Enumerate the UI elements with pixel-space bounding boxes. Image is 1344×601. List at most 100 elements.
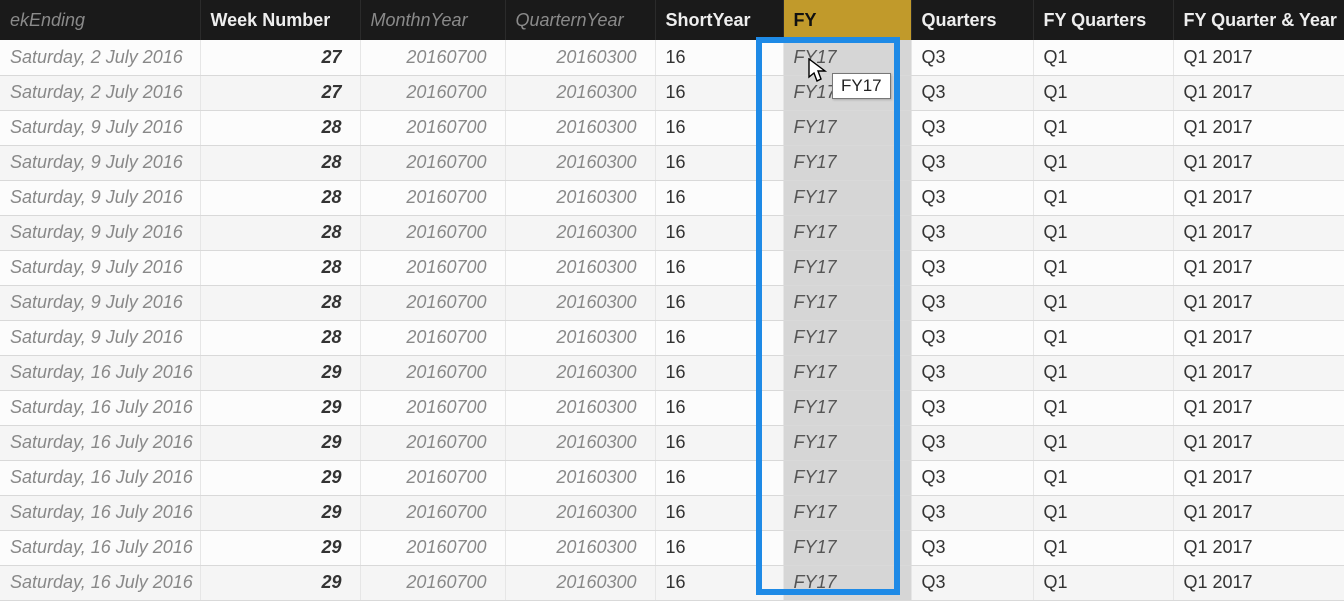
table-row[interactable]: Saturday, 16 July 2016292016070020160300… xyxy=(0,495,1344,530)
cell-fyQuarterYear[interactable]: Q1 2017 xyxy=(1173,110,1344,145)
cell-weekEnding[interactable]: Saturday, 9 July 2016 xyxy=(0,215,200,250)
cell-quarters[interactable]: Q3 xyxy=(911,285,1033,320)
cell-quarternYear[interactable]: 20160300 xyxy=(505,110,655,145)
cell-quarternYear[interactable]: 20160300 xyxy=(505,460,655,495)
cell-monthnYear[interactable]: 20160700 xyxy=(360,460,505,495)
cell-weekNumber[interactable]: 28 xyxy=(200,250,360,285)
cell-fy[interactable]: FY17 xyxy=(783,425,911,460)
cell-weekNumber[interactable]: 29 xyxy=(200,530,360,565)
cell-weekNumber[interactable]: 28 xyxy=(200,285,360,320)
cell-quarternYear[interactable]: 20160300 xyxy=(505,355,655,390)
cell-weekEnding[interactable]: Saturday, 16 July 2016 xyxy=(0,495,200,530)
cell-monthnYear[interactable]: 20160700 xyxy=(360,425,505,460)
col-header-quarters[interactable]: Quarters xyxy=(911,0,1033,40)
cell-fyQuarters[interactable]: Q1 xyxy=(1033,110,1173,145)
table-row[interactable]: Saturday, 9 July 20162820160700201603001… xyxy=(0,110,1344,145)
cell-quarters[interactable]: Q3 xyxy=(911,425,1033,460)
cell-monthnYear[interactable]: 20160700 xyxy=(360,40,505,75)
cell-fyQuarterYear[interactable]: Q1 2017 xyxy=(1173,250,1344,285)
cell-quarters[interactable]: Q3 xyxy=(911,180,1033,215)
cell-quarters[interactable]: Q3 xyxy=(911,495,1033,530)
cell-shortYear[interactable]: 16 xyxy=(655,285,783,320)
cell-fyQuarterYear[interactable]: Q1 2017 xyxy=(1173,425,1344,460)
cell-shortYear[interactable]: 16 xyxy=(655,320,783,355)
col-header-weeknumber[interactable]: Week Number xyxy=(200,0,360,40)
cell-quarternYear[interactable]: 20160300 xyxy=(505,145,655,180)
cell-monthnYear[interactable]: 20160700 xyxy=(360,180,505,215)
cell-quarters[interactable]: Q3 xyxy=(911,355,1033,390)
cell-monthnYear[interactable]: 20160700 xyxy=(360,355,505,390)
cell-fyQuarters[interactable]: Q1 xyxy=(1033,460,1173,495)
cell-fy[interactable]: FY17 xyxy=(783,110,911,145)
cell-fyQuarters[interactable]: Q1 xyxy=(1033,285,1173,320)
cell-weekNumber[interactable]: 29 xyxy=(200,425,360,460)
table-row[interactable]: Saturday, 16 July 2016292016070020160300… xyxy=(0,530,1344,565)
table-row[interactable]: Saturday, 9 July 20162820160700201603001… xyxy=(0,250,1344,285)
cell-shortYear[interactable]: 16 xyxy=(655,110,783,145)
cell-fyQuarterYear[interactable]: Q1 2017 xyxy=(1173,495,1344,530)
cell-fyQuarterYear[interactable]: Q1 2017 xyxy=(1173,180,1344,215)
cell-quarternYear[interactable]: 20160300 xyxy=(505,285,655,320)
cell-shortYear[interactable]: 16 xyxy=(655,250,783,285)
cell-fyQuarterYear[interactable]: Q1 2017 xyxy=(1173,390,1344,425)
cell-fy[interactable]: FY17 xyxy=(783,355,911,390)
cell-weekEnding[interactable]: Saturday, 9 July 2016 xyxy=(0,320,200,355)
cell-shortYear[interactable]: 16 xyxy=(655,40,783,75)
cell-fy[interactable]: FY17 xyxy=(783,250,911,285)
col-header-quarternyear[interactable]: QuarternYear xyxy=(505,0,655,40)
cell-quarters[interactable]: Q3 xyxy=(911,250,1033,285)
cell-shortYear[interactable]: 16 xyxy=(655,425,783,460)
cell-fy[interactable]: FY17 xyxy=(783,180,911,215)
table-row[interactable]: Saturday, 2 July 20162720160700201603001… xyxy=(0,75,1344,110)
cell-shortYear[interactable]: 16 xyxy=(655,75,783,110)
cell-quarternYear[interactable]: 20160300 xyxy=(505,75,655,110)
cell-weekNumber[interactable]: 28 xyxy=(200,145,360,180)
cell-shortYear[interactable]: 16 xyxy=(655,355,783,390)
table-row[interactable]: Saturday, 9 July 20162820160700201603001… xyxy=(0,145,1344,180)
table-row[interactable]: Saturday, 9 July 20162820160700201603001… xyxy=(0,320,1344,355)
cell-monthnYear[interactable]: 20160700 xyxy=(360,145,505,180)
table-row[interactable]: Saturday, 16 July 2016292016070020160300… xyxy=(0,355,1344,390)
cell-fyQuarterYear[interactable]: Q1 2017 xyxy=(1173,145,1344,180)
cell-quarternYear[interactable]: 20160300 xyxy=(505,40,655,75)
cell-fyQuarters[interactable]: Q1 xyxy=(1033,215,1173,250)
cell-quarters[interactable]: Q3 xyxy=(911,75,1033,110)
cell-monthnYear[interactable]: 20160700 xyxy=(360,250,505,285)
cell-quarternYear[interactable]: 20160300 xyxy=(505,215,655,250)
cell-weekEnding[interactable]: Saturday, 9 July 2016 xyxy=(0,180,200,215)
cell-weekEnding[interactable]: Saturday, 2 July 2016 xyxy=(0,75,200,110)
cell-monthnYear[interactable]: 20160700 xyxy=(360,75,505,110)
cell-monthnYear[interactable]: 20160700 xyxy=(360,110,505,145)
cell-fyQuarterYear[interactable]: Q1 2017 xyxy=(1173,215,1344,250)
cell-weekNumber[interactable]: 28 xyxy=(200,320,360,355)
cell-fyQuarterYear[interactable]: Q1 2017 xyxy=(1173,460,1344,495)
cell-weekNumber[interactable]: 28 xyxy=(200,215,360,250)
cell-fyQuarters[interactable]: Q1 xyxy=(1033,320,1173,355)
cell-fy[interactable]: FY17 xyxy=(783,145,911,180)
cell-fyQuarterYear[interactable]: Q1 2017 xyxy=(1173,320,1344,355)
cell-shortYear[interactable]: 16 xyxy=(655,530,783,565)
cell-monthnYear[interactable]: 20160700 xyxy=(360,320,505,355)
cell-fyQuarters[interactable]: Q1 xyxy=(1033,75,1173,110)
cell-fyQuarterYear[interactable]: Q1 2017 xyxy=(1173,75,1344,110)
cell-quarters[interactable]: Q3 xyxy=(911,530,1033,565)
table-row[interactable]: Saturday, 16 July 2016292016070020160300… xyxy=(0,425,1344,460)
cell-fyQuarters[interactable]: Q1 xyxy=(1033,250,1173,285)
table-row[interactable]: Saturday, 16 July 2016292016070020160300… xyxy=(0,390,1344,425)
col-header-fy[interactable]: FY xyxy=(783,0,911,40)
cell-fyQuarters[interactable]: Q1 xyxy=(1033,390,1173,425)
cell-fy[interactable]: FY17 xyxy=(783,390,911,425)
table-row[interactable]: Saturday, 2 July 20162720160700201603001… xyxy=(0,40,1344,75)
cell-monthnYear[interactable]: 20160700 xyxy=(360,285,505,320)
cell-weekEnding[interactable]: Saturday, 16 July 2016 xyxy=(0,530,200,565)
cell-fyQuarterYear[interactable]: Q1 2017 xyxy=(1173,40,1344,75)
cell-quarters[interactable]: Q3 xyxy=(911,40,1033,75)
col-header-fyquarteryear[interactable]: FY Quarter & Year xyxy=(1173,0,1344,40)
cell-fy[interactable]: FY17 xyxy=(783,320,911,355)
cell-weekEnding[interactable]: Saturday, 16 July 2016 xyxy=(0,460,200,495)
cell-fyQuarterYear[interactable]: Q1 2017 xyxy=(1173,530,1344,565)
cell-quarters[interactable]: Q3 xyxy=(911,320,1033,355)
table-row[interactable]: Saturday, 9 July 20162820160700201603001… xyxy=(0,180,1344,215)
cell-quarternYear[interactable]: 20160300 xyxy=(505,425,655,460)
cell-weekEnding[interactable]: Saturday, 9 July 2016 xyxy=(0,250,200,285)
